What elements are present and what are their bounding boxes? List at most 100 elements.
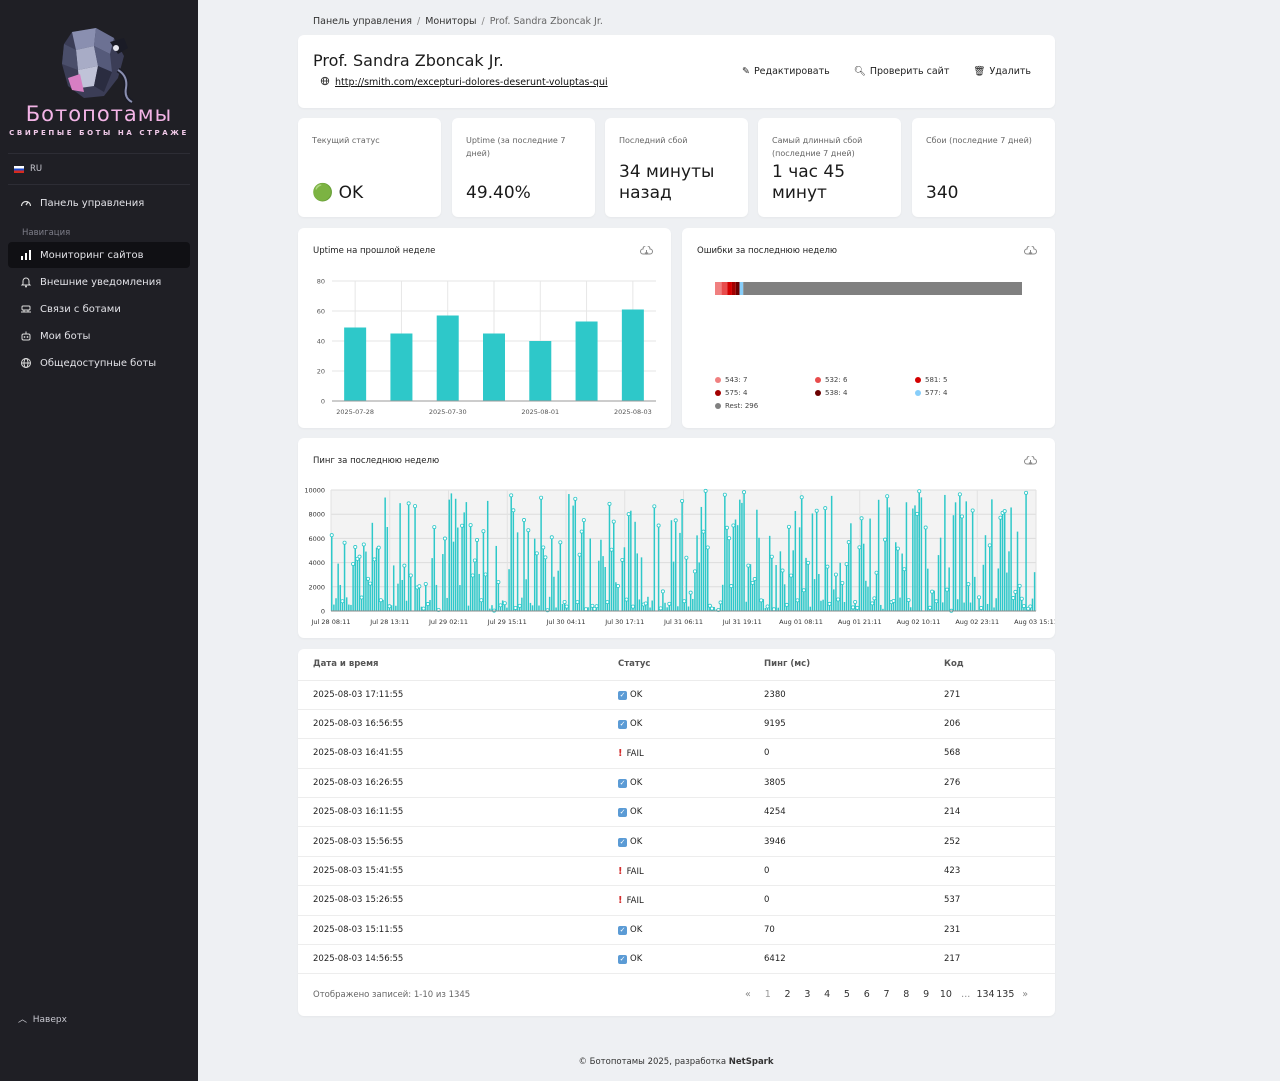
bar [630, 510, 632, 611]
bar [743, 492, 745, 611]
bar [726, 527, 728, 611]
bar [700, 506, 703, 611]
bar [687, 606, 690, 611]
point [957, 492, 962, 497]
bar [1031, 598, 1034, 611]
logo[interactable]: Ботопотамы СВИРЕПЫЕ БОТЫ НА СТРАЖЕ [0, 22, 198, 142]
delete-button[interactable]: 🗑︎ Удалить [973, 66, 1031, 77]
site-url-link[interactable]: http://smith.com/excepturi-dolores-deser… [335, 77, 608, 88]
bar [811, 513, 814, 611]
page-link[interactable]: » [1015, 989, 1035, 1000]
bar [548, 596, 551, 611]
bar [335, 598, 337, 611]
page-link[interactable]: 2 [778, 989, 798, 1000]
divider [8, 184, 190, 185]
stat-last-failure: Последний сбой 34 минуты назад [605, 118, 748, 217]
back-to-top-link[interactable]: ︿ Наверх [18, 1012, 67, 1025]
footer-brand-link[interactable]: NetSpark [729, 1057, 774, 1067]
sidebar-item-my-bots[interactable]: Мои боты [8, 323, 190, 349]
column-header[interactable]: Пинг (мс) [749, 649, 929, 681]
bar [378, 547, 380, 611]
page-link[interactable]: 8 [896, 989, 916, 1000]
point [624, 597, 629, 602]
sidebar-item-notifications[interactable]: Внешние уведомления [8, 269, 190, 295]
stat-value: 340 [926, 183, 959, 203]
bar [775, 564, 777, 611]
point [583, 607, 588, 612]
sidebar-item-bot-links[interactable]: Связи с ботами [8, 296, 190, 322]
breadcrumb-dashboard[interactable]: Панель управления [313, 16, 412, 27]
check-site-button[interactable]: 🔍︎ Проверить сайт [854, 66, 950, 77]
page-link[interactable]: 3 [797, 989, 817, 1000]
page-link[interactable]: 9 [916, 989, 936, 1000]
bar [575, 321, 598, 401]
point [966, 582, 971, 587]
bar [916, 513, 918, 611]
column-header[interactable]: Статус [603, 649, 749, 681]
bar [474, 560, 476, 611]
legend-item[interactable]: 532: 6 [815, 376, 847, 384]
speedometer-icon [18, 197, 34, 209]
point [765, 604, 770, 609]
point [684, 555, 689, 560]
point [432, 525, 437, 530]
point [378, 598, 383, 603]
legend-item[interactable]: 575: 4 [715, 389, 747, 397]
point [846, 540, 851, 545]
page-footer: © Ботопотамы 2025, разработка NetSpark [198, 1057, 1154, 1067]
page-link[interactable]: 6 [857, 989, 877, 1000]
point [915, 511, 920, 516]
sidebar-item-site-monitoring[interactable]: Мониторинг сайтов [8, 242, 190, 268]
page-link[interactable]: 134 [976, 989, 996, 1000]
page-link[interactable]: 135 [995, 989, 1015, 1000]
legend-item[interactable]: 581: 5 [915, 376, 947, 384]
legend-item[interactable]: 538: 4 [815, 389, 847, 397]
edit-button[interactable]: ✎ Редактировать [742, 66, 830, 77]
bar [523, 520, 525, 611]
page-link[interactable]: 10 [936, 989, 956, 1000]
bar [839, 562, 841, 611]
point [895, 546, 900, 551]
point [460, 523, 465, 528]
breadcrumb-monitors[interactable]: Мониторы [425, 16, 476, 27]
sidebar-item-public-bots[interactable]: Общедоступные боты [8, 350, 190, 376]
point [539, 495, 544, 500]
point [825, 564, 830, 569]
sidebar-item-dashboard[interactable]: Панель управления [8, 190, 190, 216]
bar [348, 604, 350, 611]
check-icon: ✓ [618, 720, 627, 730]
bar [924, 527, 927, 611]
cell-status: ! FAIL [603, 885, 749, 916]
legend-item[interactable]: 543: 7 [715, 376, 747, 384]
point [1024, 490, 1029, 495]
bar [508, 569, 510, 611]
point [496, 580, 501, 585]
table-row: 2025-08-03 14:56:55 ✓ OK 6412 217 [298, 944, 1055, 975]
column-header[interactable]: Дата и время [298, 649, 603, 681]
page-link[interactable]: 7 [877, 989, 897, 1000]
column-header[interactable]: Код [929, 649, 1055, 681]
cell-time: 2025-08-03 15:26:55 [298, 885, 603, 916]
bar [414, 506, 416, 611]
bar [679, 532, 681, 611]
bar [860, 518, 863, 611]
bar [343, 542, 346, 611]
bar [653, 506, 656, 611]
page-link[interactable]: 4 [817, 989, 837, 1000]
bar [805, 557, 807, 611]
page-link[interactable]: « [738, 989, 758, 1000]
bar [483, 333, 505, 401]
point [727, 536, 732, 541]
bar [604, 567, 606, 611]
point [611, 519, 616, 524]
legend-item[interactable]: Rest: 296 [715, 402, 758, 410]
point [470, 573, 475, 578]
point [701, 529, 706, 534]
point [827, 601, 832, 606]
bar [959, 494, 961, 611]
page-link[interactable]: 1 [758, 989, 778, 1000]
legend-item[interactable]: 577: 4 [915, 389, 947, 397]
page-link[interactable]: 5 [837, 989, 857, 1000]
language-switcher[interactable]: RU [14, 164, 42, 174]
bar [877, 499, 880, 611]
